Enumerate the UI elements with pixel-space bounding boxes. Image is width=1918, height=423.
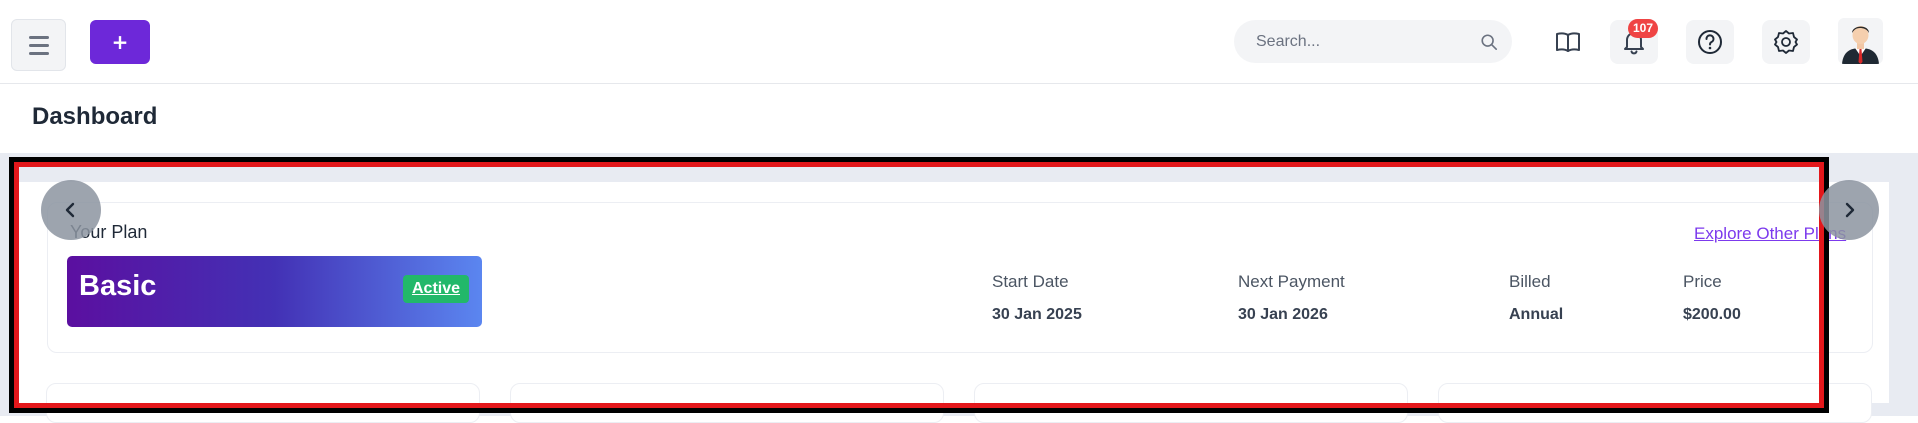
menu-icon-line [28, 43, 49, 47]
highlight-frame [14, 162, 1824, 408]
chevron-left-icon [65, 202, 75, 218]
help-icon [1698, 30, 1722, 54]
gear-icon [1774, 30, 1798, 54]
user-avatar-icon [1842, 26, 1879, 64]
page-title: Dashboard [32, 103, 158, 130]
top-bar: + 107 [0, 0, 1918, 84]
add-button[interactable]: + [90, 20, 150, 64]
docs-button[interactable] [1544, 20, 1592, 64]
help-button[interactable] [1686, 20, 1734, 64]
menu-icon-line [28, 35, 49, 39]
search-input[interactable] [1256, 20, 1476, 63]
chevron-right-icon [1845, 202, 1855, 218]
book-icon [1556, 32, 1580, 52]
settings-button[interactable] [1762, 20, 1810, 64]
search-box [1234, 20, 1512, 63]
carousel-prev-button[interactable] [41, 180, 101, 240]
search-icon[interactable] [1480, 33, 1498, 51]
menu-button[interactable] [11, 19, 66, 71]
carousel-next-button[interactable] [1819, 180, 1879, 240]
notification-count-badge: 107 [1628, 19, 1659, 38]
add-button-label: + [111, 30, 129, 54]
page-header: Dashboard [0, 85, 1918, 153]
avatar[interactable] [1838, 18, 1883, 64]
menu-icon-line [28, 51, 49, 55]
